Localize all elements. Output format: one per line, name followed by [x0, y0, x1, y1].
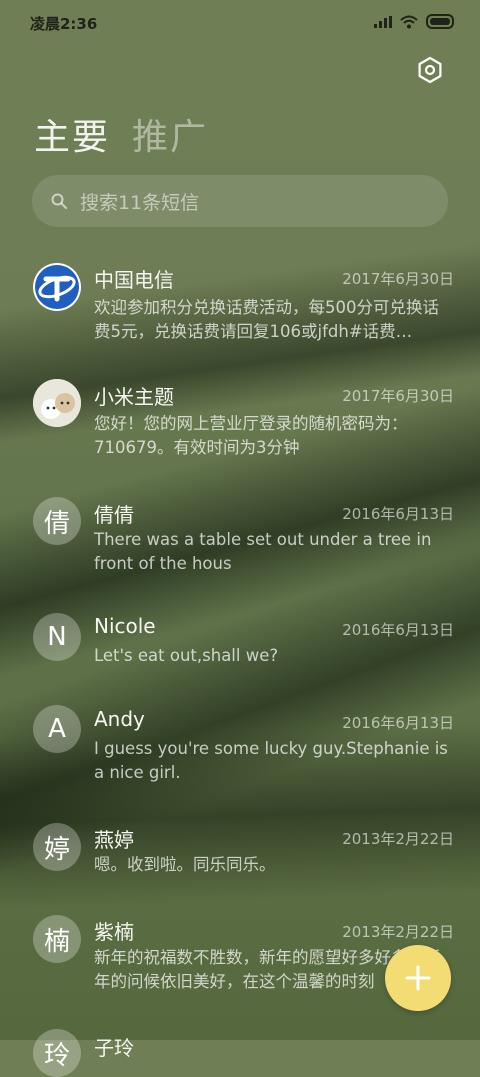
message-date: 2016年6月13日 [342, 505, 454, 523]
status-bar: 凌晨2:36 [0, 0, 480, 44]
contact-avatar: 楠 [33, 915, 81, 963]
search-icon [51, 193, 67, 209]
contact-avatar: N [33, 613, 81, 661]
telecom-logo-icon [35, 265, 79, 309]
plus-icon [405, 965, 431, 991]
conversation-item[interactable]: 玲 子玲 [0, 1029, 480, 1077]
message-preview: 您好！您的网上营业厅登录的随机密码为：710679。有效时间为3分钟 [94, 414, 408, 457]
message-date: 2016年6月13日 [342, 714, 454, 732]
conversation-item[interactable]: N Nicole 2016年6月13日 Let's eat out,shall … [0, 611, 480, 696]
conversation-item[interactable]: 小米主题 2017年6月30日 您好！您的网上营业厅登录的随机密码为：71067… [0, 377, 480, 487]
contact-name: 紫楠 [94, 920, 134, 944]
pets-photo-icon [33, 379, 81, 427]
telecom-logo-avatar [33, 263, 81, 311]
contact-name: Andy [94, 707, 145, 731]
status-icons [374, 14, 454, 29]
contact-name: 燕婷 [94, 828, 134, 852]
tab-promotions[interactable]: 推广 [132, 108, 208, 160]
search-placeholder: 搜索11条短信 [80, 191, 200, 214]
tab-primary[interactable]: 主要 [34, 108, 110, 160]
wifi-icon [400, 15, 418, 28]
conversation-item[interactable]: A Andy 2016年6月13日 I guess you're some lu… [0, 705, 480, 815]
signal-icon [374, 15, 392, 28]
message-date: 2013年2月22日 [342, 830, 454, 848]
contact-name: Nicole [94, 614, 156, 638]
message-date: 2013年2月22日 [342, 923, 454, 941]
conversation-item[interactable]: 倩 倩倩 2016年6月13日 There was a table set ou… [0, 495, 480, 605]
message-date: 2017年6月30日 [342, 270, 454, 288]
message-preview: 嗯。收到啦。同乐同乐。 [94, 855, 276, 874]
message-preview: Let's eat out,shall we? [94, 646, 279, 665]
settings-gear-icon[interactable] [416, 56, 444, 84]
contact-avatar: A [33, 705, 81, 753]
message-preview: There was a table set out under a tree i… [94, 530, 432, 573]
message-date: 2017年6月30日 [342, 387, 454, 405]
contact-name: 倩倩 [94, 503, 134, 527]
contact-name: 子玲 [94, 1036, 134, 1060]
contact-avatar: 婷 [33, 823, 81, 871]
message-preview: I guess you're some lucky guy.Stephanie … [94, 739, 448, 782]
conversation-item[interactable]: 婷 燕婷 2013年2月22日 嗯。收到啦。同乐同乐。 [0, 821, 480, 906]
message-preview: 欢迎参加积分兑换话费活动，每500分可兑换话费5元，兑换话费请回复106或jfd… [94, 298, 439, 341]
message-date: 2016年6月13日 [342, 621, 454, 639]
new-message-button[interactable] [385, 945, 451, 1011]
status-time: 凌晨2:36 [30, 15, 98, 33]
search-input[interactable]: 搜索11条短信 [32, 175, 448, 227]
contact-name: 中国电信 [94, 268, 174, 292]
battery-icon [426, 14, 454, 29]
contact-avatar: 玲 [33, 1029, 81, 1077]
conversation-item[interactable]: 中国电信 2017年6月30日 欢迎参加积分兑换话费活动，每500分可兑换话费5… [0, 255, 480, 365]
tab-bar: 主要 推广 [34, 108, 208, 160]
contact-avatar: 倩 [33, 497, 81, 545]
pets-photo-avatar [33, 379, 81, 427]
contact-name: 小米主题 [94, 385, 174, 409]
